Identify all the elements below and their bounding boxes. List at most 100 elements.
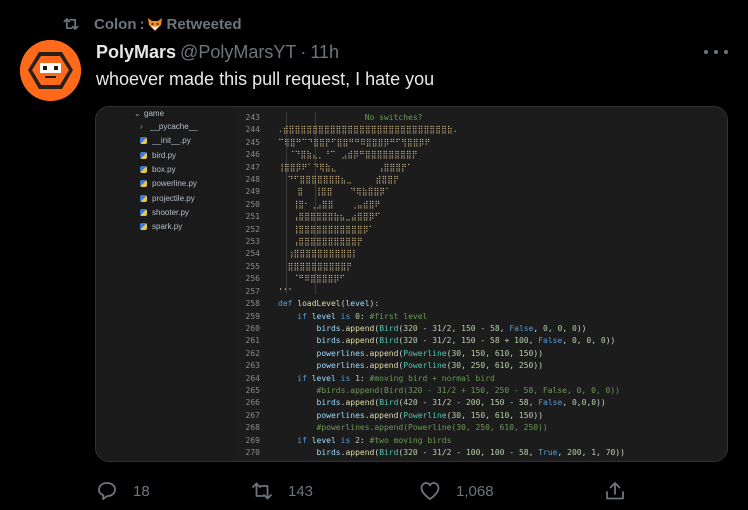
retweet-header: Colon : Retweeted — [60, 14, 242, 34]
code-line: ⠀⠈⠙⣿⣷⣄⡀⠘⠉⠀⣠⣾⡿⠛⣿⣿⣿⣿⣿⣿⣿⣿⡟ — [278, 150, 418, 160]
explorer-file-label: __init__.py — [152, 136, 191, 146]
retweeted-label: Retweeted — [166, 15, 242, 33]
chevron-down-icon: ⌄ — [134, 109, 141, 118]
tweet-text: whoever made this pull request, I hate y… — [96, 69, 435, 89]
line-number: 249 — [245, 187, 260, 197]
retweeter-name[interactable]: Colon — [94, 16, 137, 33]
python-file-icon — [140, 151, 147, 159]
explorer-file[interactable]: box.py — [140, 165, 176, 174]
line-number: 262 — [245, 348, 260, 358]
line-number: 257 — [245, 286, 260, 296]
line-number: 248 — [245, 175, 260, 185]
code-line: powerlines.append(Powerline(30, 150, 610… — [316, 348, 544, 358]
explorer-file-label: box.py — [152, 164, 176, 174]
code-line: ''' — [278, 286, 293, 296]
line-number: 261 — [245, 336, 260, 346]
share-button[interactable] — [603, 478, 641, 504]
explorer-file-label: bird.py — [152, 150, 177, 160]
retweet-button[interactable]: 143 — [250, 478, 313, 504]
author-name[interactable]: PolyMars — [96, 42, 176, 63]
code-line: ⣿⠀⠀⢸⣿⣿⠀⠀⠀⠙⢿⣷⣿⣿⡿⠁ — [278, 187, 392, 197]
share-icon — [606, 482, 624, 500]
python-file-icon — [140, 223, 147, 231]
code-line: ⢸⣿⣿⣿⣿⣿⣿⣿⣿⣿⣿⣿⡿⠁ — [278, 224, 375, 234]
tweet-timestamp[interactable]: 11h — [310, 42, 339, 63]
reply-button[interactable]: 18 — [95, 478, 150, 504]
code-line: ⢠⣿⣿⣿⣿⣿⣿⣿⣿⣿⣿⡟ — [278, 237, 363, 247]
code-line: No switches? — [278, 113, 423, 122]
line-number: 259 — [245, 311, 260, 321]
line-number: 268 — [245, 423, 260, 433]
line-numbers: 243 244 245 246 247 248 249 250 251 252 253 254 255 2… — [234, 112, 260, 459]
code-line: ⢸⣿⠂⢀⣠⣿⣿⠀⠀⠀⢀⣤⣾⣿⠟ — [278, 199, 381, 209]
explorer-file-label: powerline.py — [152, 179, 197, 189]
retweet-icon — [63, 18, 79, 30]
code-line: #birds.append(Bird(320 - 31/2 + 150, 250… — [316, 385, 620, 395]
reply-icon — [98, 482, 116, 500]
like-count: 1,068 — [456, 482, 494, 500]
code-line: ⣿⣿⣿⣿⣿⣿⣿⣿⣿⣿⡟ — [278, 261, 353, 271]
explorer-file[interactable]: › __pycache__ — [140, 122, 198, 131]
line-number: 247 — [245, 162, 260, 172]
explorer-folder-game[interactable]: ⌄ game — [134, 109, 164, 118]
code-line: ⠙⠋⣿⣿⣿⣿⣿⣿⣿⣦⣀⠀⠀⠀⠀⣾⣿⣿⡟ — [278, 175, 399, 185]
code-editor: No switches? .⣾⣿⣿⣿⣿⣿⣿⣿⣿⣿⣿⣿⣿⣿⣿⣿⣿⣿⣿⣿⣿⣿⣿⣿⣿⣿⣿… — [278, 112, 625, 459]
line-number: 260 — [245, 323, 260, 333]
more-options-icon[interactable] — [704, 44, 728, 60]
avatar[interactable] — [20, 40, 81, 101]
explorer-file[interactable]: powerline.py — [140, 179, 197, 188]
line-number: 250 — [245, 199, 260, 209]
python-file-icon — [140, 194, 147, 202]
folder-label: game — [144, 109, 165, 118]
line-number: 245 — [245, 137, 260, 147]
line-number: 267 — [245, 410, 260, 420]
code-line: ⠈⠛⠿⣿⣿⣿⣿⡿⠋ — [278, 274, 346, 284]
python-file-icon — [140, 180, 147, 188]
line-number: 270 — [245, 447, 260, 457]
line-number: 251 — [245, 212, 260, 222]
code-line: birds.append(Bird(320 - 31/2, 150 - 58, … — [316, 323, 587, 333]
code-line: if level is 2: #two moving birds — [297, 435, 452, 445]
line-number: 265 — [245, 385, 260, 395]
explorer-file-label: spark.py — [152, 222, 183, 232]
line-number: 246 — [245, 150, 260, 160]
code-line: birds.append(Bird(320 - 31/2, 150 - 58 +… — [316, 336, 616, 346]
line-number: 264 — [245, 373, 260, 383]
code-line: .⣾⣿⣿⣿⣿⣿⣿⣿⣿⣿⣿⣿⣿⣿⣿⣿⣿⣿⣿⣿⣿⣿⣿⣿⣿⣿⣿⣿⣷. — [278, 125, 458, 135]
explorer-file[interactable]: bird.py — [140, 151, 176, 160]
explorer-file[interactable]: shooter.py — [140, 208, 189, 217]
python-file-icon — [140, 208, 147, 216]
line-number: 269 — [245, 435, 260, 445]
line-number: 252 — [245, 224, 260, 234]
code-line: powerlines.append(Powerline(30, 150, 610… — [316, 410, 544, 420]
reply-count: 18 — [133, 482, 150, 500]
explorer-file[interactable]: __init__.py — [140, 136, 191, 145]
tweet-header: PolyMars @PolyMarsYT · 11h — [96, 41, 339, 63]
line-number: 258 — [245, 299, 260, 309]
python-file-icon — [140, 165, 147, 173]
line-number: 244 — [245, 125, 260, 135]
fox-emoji-icon — [147, 16, 163, 32]
line-number: 243 — [245, 113, 260, 122]
line-number: 254 — [245, 249, 260, 259]
code-line: def loadLevel(level): — [278, 299, 380, 309]
like-button[interactable]: 1,068 — [418, 478, 494, 504]
chevron-right-icon: › — [140, 122, 143, 131]
author-handle[interactable]: @PolyMarsYT — [180, 42, 296, 63]
tweet-image[interactable]: ⌄ game › __pycache__ __init__.py bird.py box… — [95, 106, 728, 462]
heart-icon — [420, 482, 440, 500]
line-number: 255 — [245, 261, 260, 271]
explorer-file[interactable]: spark.py — [140, 222, 182, 231]
line-number: 256 — [245, 274, 260, 284]
python-file-icon — [140, 137, 147, 145]
separator-dot: · — [300, 41, 307, 62]
explorer-file[interactable]: projectile.py — [140, 194, 195, 203]
retweet-count: 143 — [288, 482, 314, 500]
code-line: if level is 1: #moving bird + normal bir… — [297, 373, 495, 383]
code-line: ⠉⢿⣿⠛⠉⠙⣿⣿⡟⠋⣿⣿⠛⠛⠿⣿⣿⣿⡿⠛⠋⢻⣿⣿⡿⠟ — [278, 137, 431, 147]
retweeter-separator: : — [139, 15, 145, 33]
code-line: #powerlines.append(Powerline(30, 250, 61… — [316, 423, 548, 433]
line-number: 253 — [245, 237, 260, 247]
explorer-file-label: shooter.py — [152, 207, 189, 217]
explorer-file-label: __pycache__ — [150, 122, 198, 131]
